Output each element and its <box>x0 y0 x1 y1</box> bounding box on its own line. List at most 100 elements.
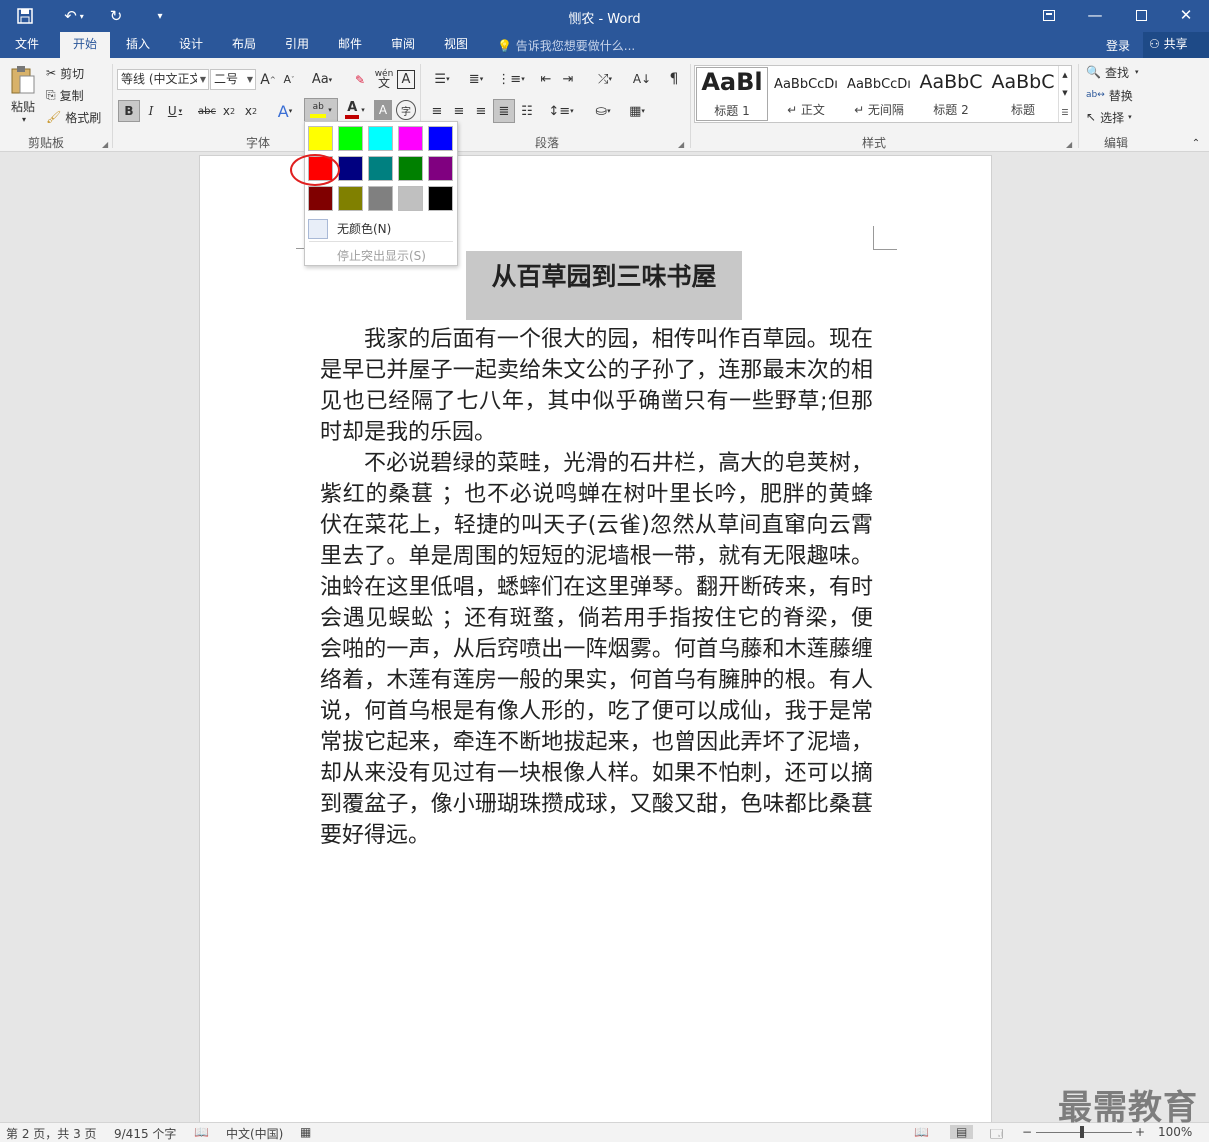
underline-icon[interactable]: U ▾ <box>162 100 188 122</box>
style-no-spacing[interactable]: AaBbCcDı ↵ 无间隔 <box>843 67 915 121</box>
distributed-icon[interactable]: ☷ <box>518 100 536 122</box>
macro-icon[interactable]: ▦ <box>300 1125 311 1139</box>
document-body[interactable]: 我家的后面有一个很大的园，相传叫作百草园。现在是早已并屋子一起卖给朱文公的子孙了… <box>320 324 873 851</box>
color-swatch[interactable] <box>428 156 453 181</box>
color-swatch[interactable] <box>398 126 423 151</box>
ribbon-display-options-icon[interactable] <box>1026 0 1072 30</box>
decrease-indent-icon[interactable]: ⇤ <box>536 69 556 89</box>
increase-indent-icon[interactable]: ⇥ <box>558 69 578 89</box>
enclose-characters-icon[interactable]: A <box>397 70 415 89</box>
select-button[interactable]: ↖ 选择 ▾ <box>1086 108 1148 126</box>
replace-button[interactable]: ab↔ 替换 <box>1086 86 1148 104</box>
grow-font-icon[interactable]: A ^ <box>259 69 277 90</box>
multilevel-list-icon[interactable]: ⋮≡ ▾ <box>496 69 526 89</box>
collapse-ribbon-icon[interactable]: ⌃ <box>1188 136 1204 150</box>
align-center-icon[interactable]: ≡ <box>450 100 468 122</box>
italic-icon[interactable]: I <box>142 100 160 122</box>
tab-file[interactable]: 文件 <box>4 32 50 58</box>
bullets-icon[interactable]: ☰ ▾ <box>428 69 456 89</box>
font-color-button[interactable]: A ▾ <box>340 98 370 122</box>
find-button[interactable]: 🔍 查找 ▾ <box>1086 63 1148 81</box>
stop-highlighting-option[interactable]: 停止突出显示(S) <box>337 247 426 264</box>
cut-button[interactable]: ✂ 剪切 <box>46 64 100 82</box>
gallery-down-icon[interactable]: ▼ <box>1058 84 1071 102</box>
color-swatch[interactable] <box>398 156 423 181</box>
bold-icon[interactable]: B <box>118 100 140 122</box>
phonetic-guide-icon[interactable]: wén 文 <box>374 67 394 90</box>
tab-insert[interactable]: 插入 <box>115 32 161 58</box>
paste-icon[interactable] <box>6 62 40 98</box>
paragraph-1[interactable]: 我家的后面有一个很大的园，相传叫作百草园。现在是早已并屋子一起卖给朱文公的子孙了… <box>320 324 873 448</box>
gallery-up-icon[interactable]: ▲ <box>1058 66 1071 84</box>
clear-formatting-icon[interactable]: ✎ <box>350 69 370 90</box>
tab-review[interactable]: 审阅 <box>380 32 426 58</box>
color-swatch[interactable] <box>398 186 423 211</box>
color-swatch[interactable] <box>428 126 453 151</box>
borders-icon[interactable]: ▦ ▾ <box>622 100 652 122</box>
word-count[interactable]: 9/415 个字 <box>114 1125 176 1142</box>
print-layout-icon[interactable]: ▤ <box>950 1125 974 1139</box>
show-marks-icon[interactable]: ¶ <box>664 69 684 89</box>
text-effects-icon[interactable]: A ▾ <box>272 100 298 122</box>
enclosed-character-icon[interactable]: 字 <box>396 100 416 120</box>
style-title[interactable]: AaBbC 标题 <box>987 67 1059 121</box>
style-normal[interactable]: AaBbCcDı ↵ 正文 <box>770 67 842 121</box>
color-swatch[interactable] <box>368 126 393 151</box>
web-layout-icon[interactable]: 🗔 <box>990 1125 1003 1142</box>
style-heading-1[interactable]: AaBl 标题 1 <box>696 67 768 121</box>
tell-me-search[interactable]: 💡 告诉我您想要做什么... <box>497 37 635 54</box>
document-heading[interactable]: 从百草园到三味书屋 <box>466 251 742 320</box>
close-icon[interactable]: ✕ <box>1163 0 1209 30</box>
color-swatch[interactable] <box>428 186 453 211</box>
tab-view[interactable]: 视图 <box>433 32 479 58</box>
numbering-icon[interactable]: ≣ ▾ <box>462 69 490 89</box>
tab-design[interactable]: 设计 <box>168 32 214 58</box>
subscript-icon[interactable]: x2 <box>220 100 238 122</box>
minimize-icon[interactable]: — <box>1072 0 1118 30</box>
font-name-combo[interactable]: 等线 (中文正文)▼ <box>117 69 209 90</box>
zoom-slider-track[interactable] <box>1036 1132 1132 1133</box>
share-button[interactable]: ⚇ 共享 <box>1143 32 1209 58</box>
tab-layout[interactable]: 布局 <box>221 32 267 58</box>
copy-button[interactable]: ⎘ 复制 <box>46 86 100 104</box>
shrink-font-icon[interactable]: Aˇ <box>280 69 298 90</box>
read-mode-icon[interactable]: 📖 <box>914 1125 929 1139</box>
tab-mailings[interactable]: 邮件 <box>327 32 373 58</box>
superscript-icon[interactable]: x2 <box>242 100 260 122</box>
strikethrough-icon[interactable]: abc <box>196 100 218 122</box>
character-shading-icon[interactable]: A <box>374 100 392 120</box>
justify-icon[interactable]: ≣ <box>493 99 515 123</box>
sign-in-link[interactable]: 登录 <box>1106 37 1130 54</box>
gallery-more-icon[interactable]: ☰ <box>1058 102 1071 122</box>
paragraph-2[interactable]: 不必说碧绿的菜畦，光滑的石井栏，高大的皂荚树，紫红的桑葚 ；也不必说鸣蝉在树叶里… <box>320 448 873 851</box>
shading-icon[interactable]: ⛀ ▾ <box>588 100 618 122</box>
no-color-option[interactable]: 无颜色(N) <box>337 220 391 237</box>
align-right-icon[interactable]: ≡ <box>472 100 490 122</box>
tab-home[interactable]: 开始 <box>60 32 110 58</box>
align-left-icon[interactable]: ≡ <box>428 100 446 122</box>
paste-dropdown-icon[interactable]: ▾ <box>14 114 34 124</box>
styles-launcher-icon[interactable]: ◢ <box>1066 140 1072 149</box>
sort-icon[interactable]: A↓ <box>632 69 652 89</box>
clipboard-launcher-icon[interactable]: ◢ <box>102 140 108 149</box>
language-status[interactable]: 中文(中国) <box>226 1125 283 1142</box>
paste-button-label[interactable]: 粘贴 <box>6 98 40 114</box>
font-size-combo[interactable]: 二号 ▼ <box>210 69 256 90</box>
color-swatch[interactable] <box>338 186 363 211</box>
color-swatch[interactable] <box>308 126 333 151</box>
line-spacing-icon[interactable]: ↕≡ ▾ <box>546 100 576 122</box>
page-count[interactable]: 第 2 页，共 3 页 <box>6 1125 97 1142</box>
color-swatch[interactable] <box>368 186 393 211</box>
text-highlight-color-button[interactable]: ab ▾ <box>304 98 338 122</box>
paragraph-launcher-icon[interactable]: ◢ <box>678 140 684 149</box>
color-swatch[interactable] <box>338 156 363 181</box>
format-painter-button[interactable]: 🖌 格式刷 <box>46 108 106 126</box>
color-swatch[interactable] <box>308 186 333 211</box>
change-case-icon[interactable]: Aa ▾ <box>306 69 338 90</box>
maximize-icon[interactable] <box>1118 0 1164 30</box>
tab-references[interactable]: 引用 <box>274 32 320 58</box>
chinese-layout-icon[interactable]: ⤮ ▾ <box>590 69 620 89</box>
proofing-icon[interactable]: 📖 <box>194 1125 209 1139</box>
style-heading-2[interactable]: AaBbC 标题 2 <box>915 67 987 121</box>
color-swatch[interactable] <box>338 126 363 151</box>
